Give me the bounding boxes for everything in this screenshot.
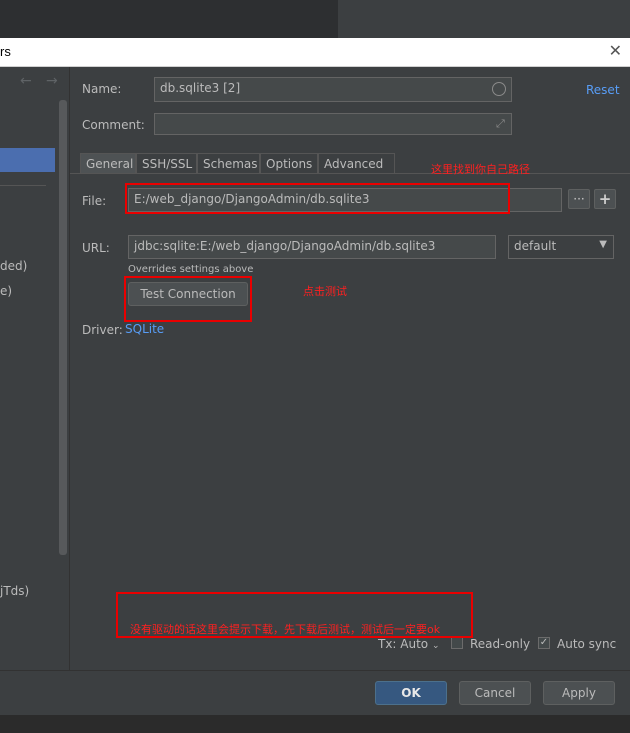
dialog-title-bar: rs ✕ <box>0 38 630 67</box>
read-only-label: Read-only <box>470 637 531 651</box>
forward-arrow-icon[interactable]: → <box>46 73 58 89</box>
name-label: Name: <box>82 82 122 96</box>
expand-icon[interactable]: ⤢ <box>496 117 505 131</box>
background-window-strip <box>0 0 630 38</box>
tx-mode-label: Tx: Auto <box>378 637 429 651</box>
url-mode-value: default <box>514 239 557 253</box>
browse-ellipsis-icon[interactable]: ··· <box>568 189 590 209</box>
url-value: jdbc:sqlite:E:/web_django/DjangoAdmin/db… <box>134 239 436 253</box>
chevron-down-icon: ▼ <box>599 239 607 250</box>
tab-options[interactable]: Options <box>260 153 318 173</box>
auto-sync-checkbox[interactable]: ✓ <box>538 637 550 649</box>
url-input[interactable]: jdbc:sqlite:E:/web_django/DjangoAdmin/db… <box>128 235 496 259</box>
sidebar-scrollbar[interactable] <box>59 100 67 555</box>
dialog-button-bar: OK Cancel Apply <box>0 670 630 716</box>
data-sources-sidebar: ← → ded) e) jTds) <box>0 67 70 670</box>
connection-settings-panel: Name: db.sqlite3 [2] Reset Comment: ⤢ Ge… <box>70 67 630 670</box>
tab-schemas[interactable]: Schemas <box>197 153 260 173</box>
driver-annotation-note: 没有驱动的话这里会提示下载，先下载后测试，测试后一定要ok <box>130 623 441 636</box>
sidebar-item-fragment[interactable]: ded) <box>0 259 27 273</box>
tabs-underline <box>70 173 630 174</box>
driver-link[interactable]: SQLite <box>125 322 164 336</box>
transaction-mode-dropdown[interactable]: Tx: Auto ⌄ <box>378 637 440 651</box>
dialog-title: rs <box>0 44 11 59</box>
back-arrow-icon[interactable]: ← <box>20 73 32 89</box>
add-plus-icon[interactable]: + <box>594 189 616 209</box>
background-editor-area <box>0 0 338 38</box>
cancel-button[interactable]: Cancel <box>459 681 531 705</box>
url-mode-select[interactable]: default ▼ <box>508 235 614 259</box>
apply-button[interactable]: Apply <box>543 681 615 705</box>
file-annotation-note: 这里找到你自己路径 <box>431 163 530 176</box>
ok-button[interactable]: OK <box>375 681 447 705</box>
file-annotation-box <box>125 183 510 214</box>
sidebar-selected-item[interactable] <box>0 148 55 172</box>
auto-sync-label: Auto sync <box>557 637 617 651</box>
background-panel-area <box>338 0 630 38</box>
driver-label: Driver: <box>82 323 123 337</box>
chevron-down-icon: ⌄ <box>431 641 440 651</box>
file-label: File: <box>82 194 107 208</box>
tab-advanced[interactable]: Advanced <box>318 153 395 173</box>
color-circle-icon[interactable] <box>492 82 506 96</box>
window-bottom-edge <box>0 715 630 733</box>
reset-link[interactable]: Reset <box>586 83 620 97</box>
close-icon[interactable]: ✕ <box>609 41 622 60</box>
tab-general[interactable]: General <box>80 153 136 173</box>
read-only-checkbox[interactable] <box>451 637 463 649</box>
url-label: URL: <box>82 241 110 255</box>
name-input-value: db.sqlite3 [2] <box>160 81 241 95</box>
sidebar-divider <box>0 185 46 186</box>
test-annotation-note: 点击测试 <box>303 285 347 298</box>
sidebar-item-fragment[interactable]: jTds) <box>0 584 29 598</box>
sidebar-item-fragment[interactable]: e) <box>0 284 12 298</box>
comment-input[interactable] <box>154 113 512 135</box>
name-input[interactable]: db.sqlite3 [2] <box>154 77 512 102</box>
overrides-note: Overrides settings above <box>128 264 254 275</box>
comment-label: Comment: <box>82 118 145 132</box>
tab-ssh-ssl[interactable]: SSH/SSL <box>136 153 197 173</box>
test-annotation-box <box>124 276 252 322</box>
